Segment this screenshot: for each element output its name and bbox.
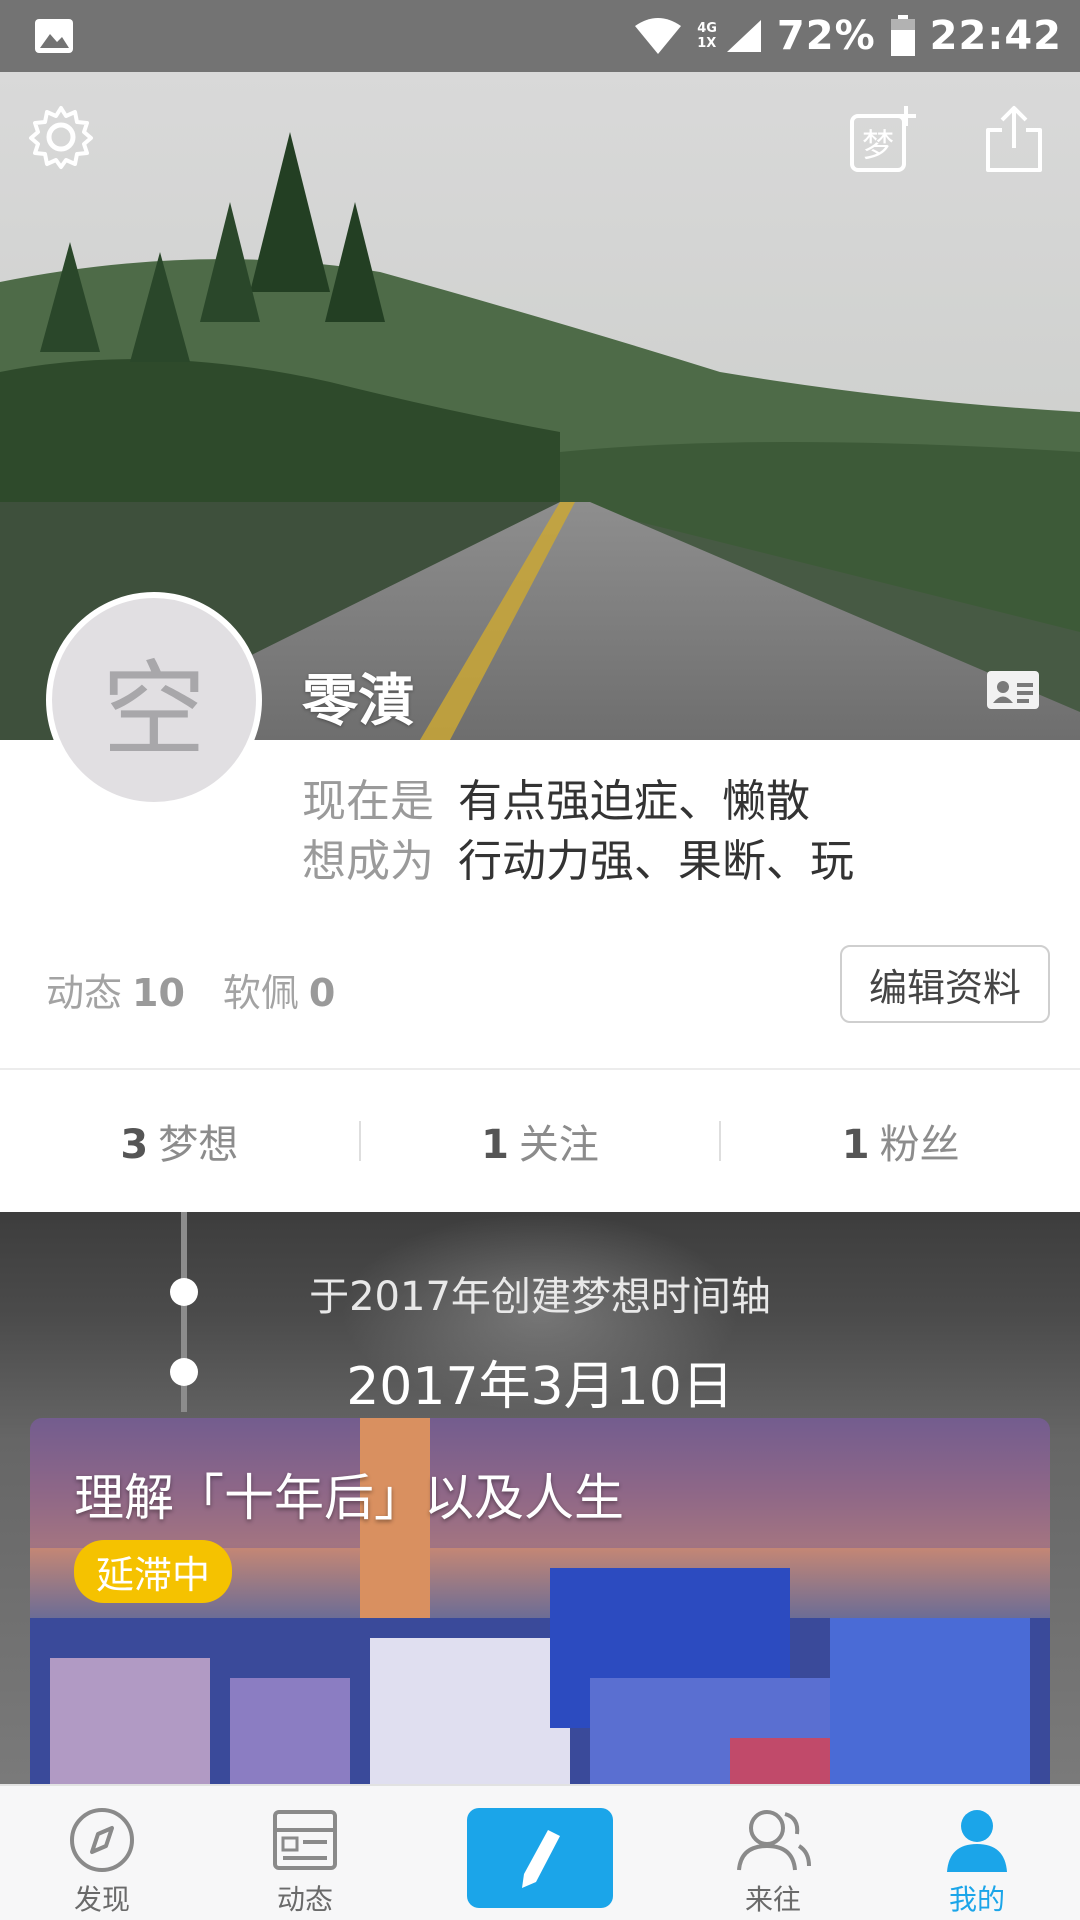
settings-button[interactable] <box>28 104 104 180</box>
nav-me[interactable]: 我的 <box>897 1786 1057 1920</box>
nav-label: 来往 <box>744 1883 801 1916</box>
compass-icon <box>70 1808 134 1872</box>
stat-dreams[interactable]: 3 梦想 <box>0 1112 359 1170</box>
coins-count: 0 <box>308 971 336 1015</box>
stat-following[interactable]: 1 关注 <box>361 1112 720 1170</box>
posts-count-item[interactable]: 动态 10 <box>46 962 185 1017</box>
network-type-bottom: 1X <box>697 36 717 51</box>
gallery-icon <box>35 19 73 53</box>
stats-bar: 3 梦想 1 关注 1 粉丝 <box>0 1070 1080 1212</box>
feed-icon <box>273 1810 337 1870</box>
edit-profile-button[interactable]: 编辑资料 <box>840 945 1050 1023</box>
stat-label: 梦想 <box>158 1122 239 1168</box>
compose-button[interactable] <box>467 1808 613 1908</box>
goal-state-label: 想成为 <box>302 836 434 887</box>
share-icon <box>986 106 1042 172</box>
profile-counts: 动态 10 软佩 0 <box>46 962 335 1017</box>
nav-label: 动态 <box>276 1883 333 1916</box>
current-state-row: 现在是 有点强迫症、懒散 <box>302 772 854 832</box>
current-state-label: 现在是 <box>302 776 434 827</box>
network-type-top: 4G <box>697 21 717 36</box>
profile-icon <box>947 1810 1007 1872</box>
nav-discover[interactable]: 发现 <box>22 1786 182 1920</box>
status-indicators: 4G 1X 72% 22:42 <box>633 0 1062 72</box>
posts-count: 10 <box>132 971 185 1015</box>
coins-label: 软佩 <box>222 971 299 1015</box>
contacts-icon <box>737 1810 811 1871</box>
signal-icon <box>726 20 761 52</box>
stat-label: 关注 <box>518 1122 599 1168</box>
bottom-nav: 发现 动态 来往 我的 <box>0 1784 1080 1920</box>
status-badge: 延滞中 <box>74 1540 233 1603</box>
timeline-caption: 于2017年创建梦想时间轴 <box>309 1274 771 1320</box>
network-type: 4G 1X <box>697 21 717 51</box>
nav-contacts[interactable]: 来往 <box>693 1786 853 1920</box>
timeline-date: 2017年3月10日 <box>346 1357 734 1417</box>
nav-label: 发现 <box>73 1883 130 1916</box>
avatar[interactable]: 空 <box>46 592 262 808</box>
add-dream-icon: 梦 <box>850 106 916 172</box>
share-button[interactable] <box>982 104 1058 180</box>
add-dream-glyph: 梦 <box>862 126 894 164</box>
avatar-text: 空 <box>101 648 206 771</box>
stat-count: 3 <box>120 1122 149 1168</box>
pencil-icon <box>522 1830 560 1888</box>
stat-label: 粉丝 <box>879 1122 960 1168</box>
coins-count-item[interactable]: 软佩 0 <box>223 962 335 1017</box>
username: 零濆 <box>302 669 414 734</box>
battery-percent: 72% <box>776 13 876 59</box>
status-bar: 4G 1X 72% 22:42 <box>0 0 1080 72</box>
posts-label: 动态 <box>46 971 123 1015</box>
stat-count: 1 <box>481 1122 509 1168</box>
gear-icon <box>29 106 93 169</box>
goal-state-value: 行动力强、果断、玩 <box>458 836 854 887</box>
add-dream-button[interactable]: 梦 <box>848 104 924 180</box>
dream-card[interactable]: 理解「十年后」以及人生 延滞中 <box>30 1418 1050 1838</box>
current-state-value: 有点强迫症、懒散 <box>458 776 810 827</box>
goal-state-row: 想成为 行动力强、果断、玩 <box>302 832 854 892</box>
battery-icon <box>890 15 915 56</box>
id-card-icon[interactable] <box>986 670 1040 710</box>
stat-count: 1 <box>841 1122 870 1168</box>
profile-status: 现在是 有点强迫症、懒散 想成为 行动力强、果断、玩 <box>302 772 854 892</box>
nav-label: 我的 <box>948 1883 1005 1916</box>
dream-title: 理解「十年后」以及人生 <box>74 1469 624 1527</box>
nav-feed[interactable]: 动态 <box>225 1786 385 1920</box>
profile-page: 4G 1X 72% 22:42 梦 空 零濆 现在是 有点强迫症、懒散 想成为 … <box>0 0 1080 1920</box>
stat-followers[interactable]: 1 粉丝 <box>721 1112 1080 1170</box>
wifi-icon <box>635 18 682 54</box>
clock: 22:42 <box>929 13 1062 59</box>
